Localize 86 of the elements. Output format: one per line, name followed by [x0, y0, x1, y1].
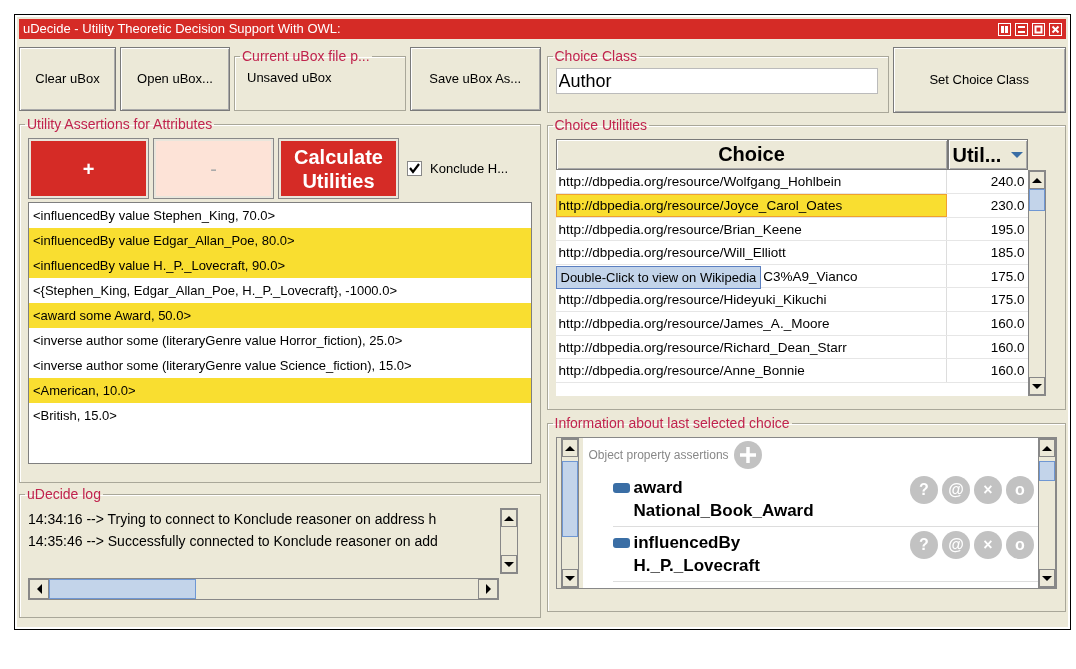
group-title: Current uBox file p...: [241, 49, 371, 65]
tooltip: Double-Click to view on Wikipedia: [555, 265, 762, 289]
list-item[interactable]: <award some Award, 50.0>: [29, 303, 531, 329]
table-cell-text: 230.0: [989, 197, 1026, 215]
window-title: uDecide - Utility Theoretic Decision Support With OWL:: [23, 20, 341, 38]
column-header[interactable]: Choice: [555, 139, 948, 171]
scroll-right-button[interactable]: [478, 579, 498, 600]
left-arrow-icon: [35, 583, 43, 596]
log-line: 14:34:16 --> Trying to connect to Konclude reasoner on address h: [28, 510, 438, 530]
right-arrow-icon: [484, 583, 492, 596]
up-arrow-icon: [503, 514, 515, 522]
scroll-up-button[interactable]: [1028, 171, 1045, 190]
up-arrow-icon: [1030, 176, 1043, 184]
column-header-text: Util...: [952, 142, 1002, 168]
scroll-up-button[interactable]: [561, 439, 578, 458]
scroll-thumb[interactable]: [1028, 189, 1045, 212]
checkbox[interactable]: [407, 161, 422, 177]
table-cell-text: 175.0: [989, 291, 1026, 310]
table-cell-text: 185.0: [989, 244, 1026, 263]
group-title: uDecide log: [26, 487, 102, 503]
up-arrow-icon: [563, 444, 576, 452]
down-arrow-icon: [563, 574, 576, 582]
down-arrow-icon: [1030, 382, 1043, 390]
table-cell[interactable]: http://dbpedia.org/resource/Anne_Bonnie: [555, 359, 947, 382]
property-value: H._P._Lovecraft: [633, 555, 760, 578]
table-cell-text: 160.0: [989, 362, 1026, 381]
down-arrow-icon: [503, 560, 515, 568]
table-cell[interactable]: http://dbpedia.org/resource/Richard_Dean_Starr: [555, 335, 947, 359]
save-button[interactable]: Save uBox As...: [410, 47, 541, 111]
table-cell[interactable]: http://dbpedia.org/resource/Joyce_Carol_Oates: [555, 194, 947, 217]
scroll-thumb[interactable]: [49, 579, 196, 600]
add-button[interactable]: +: [28, 138, 149, 200]
set-choice-class-button[interactable]: Set Choice Class: [892, 47, 1066, 113]
list-item[interactable]: <inverse author some (literaryGenre value Horror_fiction), 25.0>: [29, 328, 531, 354]
list-item[interactable]: <American, 10.0>: [29, 378, 531, 404]
table-cell[interactable]: http://dbpedia.org/resource/Hideyuki_Kikuchi: [555, 288, 947, 311]
scroll-left-button[interactable]: [29, 579, 49, 600]
property-icon: [612, 483, 630, 494]
table-cell[interactable]: Double-Click to view on Wikipedia C3%A9_Vianco: [555, 264, 947, 288]
list-item[interactable]: <influencedBy value Stephen_King, 70.0>: [29, 203, 531, 229]
minimize-icon[interactable]: [1015, 22, 1028, 36]
table-cell[interactable]: http://dbpedia.org/resource/Will_Elliott: [555, 241, 947, 264]
up-arrow-icon: [1041, 444, 1053, 452]
table-cell[interactable]: http://dbpedia.org/resource/Brian_Keene: [555, 217, 947, 241]
scroll-thumb[interactable]: [561, 461, 578, 538]
table-cell-text: 175.0: [989, 267, 1026, 286]
maximize-icon[interactable]: [1032, 22, 1045, 36]
table-cell-text: 240.0: [989, 173, 1026, 192]
group-title: Choice Utilities: [553, 118, 649, 134]
column-header[interactable]: Util...: [947, 139, 1028, 171]
list-item[interactable]: <influencedBy value Edgar_Allan_Poe, 80.0>: [29, 228, 531, 254]
sort-descending-icon: [1010, 151, 1023, 158]
property-name: award: [633, 477, 684, 500]
list-item[interactable]: <influencedBy value H._P._Lovecraft, 90.0>: [29, 253, 531, 279]
property-name: influencedBy: [633, 532, 742, 555]
section-title: Object property assertions: [588, 447, 729, 465]
list-item[interactable]: <inverse author some (literaryGenre value Science_fiction), 15.0>: [29, 353, 531, 379]
group-title: Information about last selected choice: [553, 416, 791, 432]
table-cell-text: 160.0: [989, 338, 1026, 357]
table-cell[interactable]: http://dbpedia.org/resource/James_A._Moore: [555, 311, 947, 335]
tile-icon[interactable]: [998, 22, 1011, 36]
table-cell[interactable]: http://dbpedia.org/resource/Wolfgang_Hohlbein: [555, 170, 947, 193]
group-title: Utility Assertions for Attributes: [26, 117, 214, 133]
table-cell-text: 195.0: [989, 220, 1026, 239]
table-cell-text: 160.0: [989, 314, 1026, 333]
scroll-up-button[interactable]: [1039, 439, 1055, 458]
toolbar-button[interactable]: Open uBox...: [120, 47, 230, 111]
calculate-button[interactable]: Calculate Utilities: [278, 138, 399, 200]
down-arrow-icon: [1041, 574, 1053, 582]
scroll-down-button[interactable]: [561, 569, 578, 588]
property-icon: [612, 538, 630, 549]
list-item[interactable]: <{Stephen_King, Edgar_Allan_Poe, H._P._Lovecraft}, -1000.0>: [29, 278, 531, 304]
text-field[interactable]: Author: [555, 68, 878, 95]
scroll-down-button[interactable]: [1028, 377, 1045, 396]
list-item[interactable]: <British, 15.0>: [29, 403, 531, 429]
scroll-thumb[interactable]: [1039, 461, 1055, 482]
log-line: 14:35:46 --> Successfully connected to Konclude reasoner on add: [28, 532, 439, 552]
checkbox-label: Konclude H...: [430, 160, 509, 179]
group-title: Choice Class: [553, 49, 638, 65]
scroll-down-button[interactable]: [1039, 569, 1055, 588]
scroll-down-button[interactable]: [501, 555, 517, 574]
property-value: National_Book_Award: [633, 500, 814, 523]
scroll-up-button[interactable]: [501, 509, 517, 528]
file-path-text: Unsaved uBox: [246, 69, 333, 88]
close-icon[interactable]: [1049, 22, 1062, 36]
toolbar-button[interactable]: Clear uBox: [19, 47, 116, 111]
